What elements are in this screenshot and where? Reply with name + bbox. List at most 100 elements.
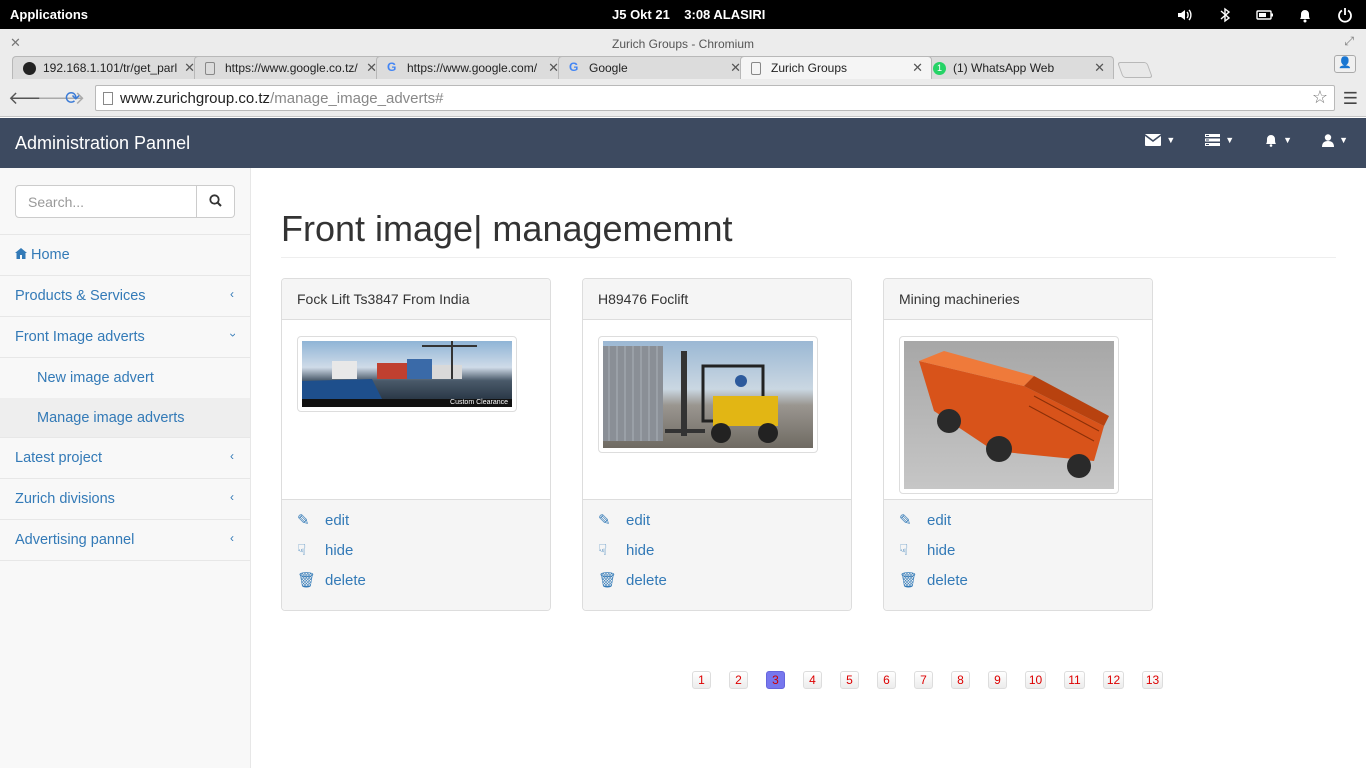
hide-link[interactable]: ☟ hide: [282, 542, 550, 572]
page-link[interactable]: 10: [1025, 671, 1046, 689]
thumbs-down-icon: ☟: [598, 542, 608, 559]
browser-chrome: ✕ Zurich Groups - Chromium ⤢ 192.168.1.1…: [0, 29, 1366, 117]
browser-tab[interactable]: https://www.google.co.tz/ ✕: [194, 56, 386, 79]
page-link-current[interactable]: 3: [766, 671, 785, 689]
page-info-icon[interactable]: [103, 92, 113, 105]
brand-title[interactable]: Administration Pannel: [15, 133, 190, 154]
page-link[interactable]: 6: [877, 671, 896, 689]
main-content: Front image| managememnt Fock Lift Ts384…: [251, 168, 1366, 768]
search-button[interactable]: [197, 185, 235, 218]
alerts-dropdown[interactable]: ▼: [1264, 133, 1292, 147]
delete-label: delete: [626, 572, 667, 589]
thumbs-down-icon: ☟: [297, 542, 307, 559]
mining-machine-image: [904, 341, 1114, 489]
browser-tab[interactable]: G Google ✕: [558, 56, 750, 79]
card-actions: ✎ edit ☟ hide 🗑 delete: [282, 499, 550, 610]
address-bar[interactable]: www.zurichgroup.co.tz/manage_image_adver…: [95, 85, 1335, 111]
delete-link[interactable]: 🗑 delete: [282, 572, 550, 602]
edit-link[interactable]: ✎ edit: [884, 512, 1152, 542]
page-link[interactable]: 4: [803, 671, 822, 689]
delete-label: delete: [927, 572, 968, 589]
sidebar-item-latest-project[interactable]: Latest project ‹: [0, 438, 250, 479]
browser-tab-active[interactable]: Zurich Groups ✕: [740, 56, 932, 79]
page-link[interactable]: 9: [988, 671, 1007, 689]
ship-image: Custom Clearance: [302, 341, 512, 407]
messages-dropdown[interactable]: ▼: [1145, 133, 1175, 147]
browser-menu-icon[interactable]: ☰: [1343, 89, 1358, 109]
page-link[interactable]: 5: [840, 671, 859, 689]
hide-label: hide: [325, 542, 354, 559]
tab-close-icon[interactable]: ✕: [1094, 60, 1105, 76]
window-title: Zurich Groups - Chromium: [611, 37, 755, 51]
page-link[interactable]: 1: [692, 671, 711, 689]
hide-link[interactable]: ☟ hide: [884, 542, 1152, 572]
window-maximize-icon[interactable]: ⤢: [1344, 34, 1354, 49]
card-actions: ✎ edit ☟ hide 🗑 delete: [583, 499, 851, 610]
sidebar-item-label: Home: [31, 247, 70, 263]
volume-icon[interactable]: [1176, 6, 1194, 24]
notification-bell-icon[interactable]: [1296, 6, 1314, 24]
advert-thumbnail[interactable]: [899, 336, 1119, 494]
advert-thumbnail[interactable]: Custom Clearance: [297, 336, 517, 412]
caret-down-icon: ▼: [1225, 135, 1235, 145]
page-link[interactable]: 13: [1142, 671, 1163, 689]
page-link[interactable]: 8: [951, 671, 970, 689]
hide-label: hide: [927, 542, 956, 559]
home-icon: [15, 248, 27, 259]
hide-link[interactable]: ☟ hide: [583, 542, 851, 572]
sidebar-item-manage-image-adverts[interactable]: Manage image adverts: [0, 398, 250, 438]
sidebar-item-label: New image advert: [37, 370, 154, 386]
clock[interactable]: J5 Okt 21 3:08 ALASIRI: [612, 7, 765, 22]
chevron-left-icon: ‹: [230, 531, 234, 545]
trash-icon: 🗑: [899, 572, 919, 589]
tab-close-icon[interactable]: ✕: [912, 60, 923, 76]
navbar-tools: ▼ ▼ ▼ ▼: [1145, 133, 1348, 147]
forklift-image: [603, 341, 813, 448]
tasks-dropdown[interactable]: ▼: [1205, 133, 1234, 147]
profile-icon[interactable]: 👤: [1334, 55, 1356, 73]
browser-tab[interactable]: 1 (1) WhatsApp Web ✕: [922, 56, 1114, 79]
whatsapp-favicon-icon: 1: [933, 62, 946, 75]
caret-down-icon: ▼: [1339, 135, 1348, 145]
sidebar-search: [15, 185, 235, 218]
reload-icon[interactable]: ⟳: [65, 88, 80, 109]
user-dropdown[interactable]: ▼: [1322, 133, 1348, 147]
chevron-left-icon: ‹: [230, 449, 234, 463]
browser-tab[interactable]: G https://www.google.com/ ✕: [376, 56, 568, 79]
page-link[interactable]: 11: [1064, 671, 1085, 689]
sidebar-item-label: Zurich divisions: [15, 491, 115, 507]
advert-card: Fock Lift Ts3847 From India Custom Clear…: [281, 278, 551, 611]
pagination: 1 2 3 4 5 6 7 8 9 10 11 12 13: [692, 671, 1181, 689]
page-link[interactable]: 7: [914, 671, 933, 689]
system-tray: [1176, 4, 1354, 25]
hide-label: hide: [626, 542, 655, 559]
battery-icon[interactable]: [1256, 6, 1274, 24]
bluetooth-icon[interactable]: [1216, 6, 1234, 24]
edit-link[interactable]: ✎ edit: [282, 512, 550, 542]
sidebar-item-new-image-advert[interactable]: New image advert: [0, 358, 250, 398]
applications-menu[interactable]: Applications: [10, 7, 88, 22]
sidebar-item-home[interactable]: Home: [0, 235, 250, 276]
new-tab-button[interactable]: [1117, 62, 1153, 78]
page-link[interactable]: 12: [1103, 671, 1124, 689]
edit-link[interactable]: ✎ edit: [583, 512, 851, 542]
sidebar-item-products-services[interactable]: Products & Services ‹: [0, 276, 250, 317]
search-input[interactable]: [15, 185, 197, 218]
power-icon[interactable]: [1336, 6, 1354, 24]
image-caption: Custom Clearance: [450, 399, 508, 406]
envelope-icon: [1145, 134, 1162, 146]
sidebar-item-zurich-divisions[interactable]: Zurich divisions ‹: [0, 479, 250, 520]
delete-link[interactable]: 🗑 delete: [884, 572, 1152, 602]
delete-link[interactable]: 🗑 delete: [583, 572, 851, 602]
sidebar-item-advertising-pannel[interactable]: Advertising pannel ‹: [0, 520, 250, 561]
page-link[interactable]: 2: [729, 671, 748, 689]
bookmark-star-icon[interactable]: ☆: [1312, 87, 1328, 108]
browser-tab[interactable]: 192.168.1.101/tr/get_parl ✕: [12, 56, 204, 79]
url-host: www.zurichgroup.co.tz: [120, 90, 271, 107]
tab-strip: 192.168.1.101/tr/get_parl ✕ https://www.…: [12, 56, 1153, 80]
advert-thumbnail[interactable]: [598, 336, 818, 453]
tab-label: 192.168.1.101/tr/get_parl: [43, 61, 178, 75]
edit-label: edit: [325, 512, 350, 529]
sidebar-item-front-image-adverts[interactable]: Front Image adverts ‹: [0, 317, 250, 358]
tab-label: (1) WhatsApp Web: [953, 61, 1055, 75]
